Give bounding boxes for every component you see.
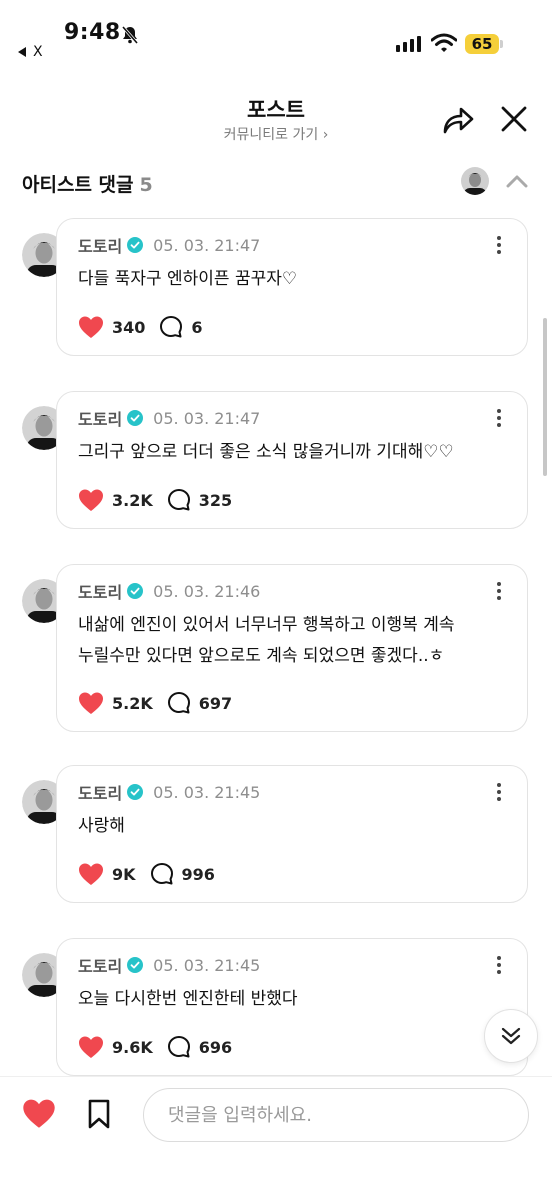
status-time: 9:48 <box>64 20 121 45</box>
comment-card: 도토리 05. 03. 21:45 사랑해 9K 996 <box>56 765 528 903</box>
more-options-icon[interactable] <box>489 579 509 603</box>
comment-actions: 9.6K 696 <box>78 1035 232 1059</box>
scroll-to-bottom-button[interactable] <box>484 1009 538 1063</box>
more-options-icon[interactable] <box>489 953 509 977</box>
reply-count: 996 <box>181 864 215 884</box>
comment-card: 도토리 05. 03. 21:45 오늘 다시한번 엔진한테 반했다 9.6K … <box>56 938 528 1076</box>
speech-bubble-icon <box>150 863 173 885</box>
comment-actions: 340 6 <box>78 315 203 339</box>
more-options-icon[interactable] <box>489 780 509 804</box>
comment-meta: 도토리 05. 03. 21:47 <box>78 233 260 257</box>
reply-button[interactable]: 996 <box>150 862 215 886</box>
verified-badge-icon <box>127 583 144 599</box>
comment-card: 도토리 05. 03. 21:46 내삶에 엔진이 있어서 너무너무 행복하고 … <box>56 564 528 732</box>
like-post-heart-icon[interactable] <box>22 1098 56 1130</box>
speech-bubble-icon <box>160 316 183 338</box>
like-count: 9K <box>112 864 136 884</box>
verified-badge-icon <box>127 237 144 253</box>
comment-meta: 도토리 05. 03. 21:47 <box>78 406 260 430</box>
back-triangle-icon <box>18 47 26 57</box>
chevron-up-icon[interactable] <box>504 170 530 192</box>
comment-text: 사랑해 <box>78 811 509 842</box>
reply-count: 697 <box>198 693 233 713</box>
like-button[interactable]: 9K <box>78 863 136 886</box>
reply-button[interactable]: 6 <box>159 315 203 339</box>
comment-date: 05. 03. 21:47 <box>153 408 261 428</box>
battery-indicator: 65 <box>465 34 499 54</box>
verified-badge-icon <box>127 957 144 973</box>
comment-text: 내삶에 엔진이 있어서 너무너무 행복하고 이행복 계속 누릴수만 있다면 앞으… <box>78 610 509 672</box>
comment-actions: 9K 996 <box>78 862 215 886</box>
speech-bubble-icon <box>167 692 190 714</box>
comment-text-line: 내삶에 엔진이 있어서 너무너무 행복하고 이행복 계속 <box>78 615 455 635</box>
comment-date: 05. 03. 21:45 <box>153 782 261 802</box>
heart-icon <box>79 692 103 714</box>
verified-badge-icon <box>127 784 144 800</box>
back-app-label: X <box>33 44 43 60</box>
like-count: 340 <box>112 317 146 337</box>
like-button[interactable]: 3.2K <box>78 489 153 512</box>
comment-actions: 3.2K 325 <box>78 488 232 512</box>
comment-text-line: 사랑해 <box>78 816 125 836</box>
reply-button[interactable]: 697 <box>167 691 232 715</box>
reply-count: 6 <box>191 317 203 337</box>
comment-author[interactable]: 도토리 <box>78 953 122 977</box>
comment-text: 오늘 다시한번 엔진한테 반했다 <box>78 984 509 1015</box>
comment-text: 다들 푹자구 엔하이픈 꿈꾸자♡ <box>78 264 509 295</box>
comment-date: 05. 03. 21:47 <box>153 235 261 255</box>
artist-comments-heading: 아티스트 댓글 5 <box>22 170 153 197</box>
heart-icon <box>79 1036 103 1058</box>
comment-date: 05. 03. 21:46 <box>153 581 261 601</box>
more-options-icon[interactable] <box>489 406 509 430</box>
battery-tip <box>500 40 503 48</box>
like-button[interactable]: 340 <box>78 316 145 339</box>
scrollbar[interactable] <box>543 318 547 476</box>
comment-author[interactable]: 도토리 <box>78 233 122 257</box>
bell-muted-icon <box>121 26 139 44</box>
comment-text-line: 그리구 앞으로 더더 좋은 소식 많을거니까 기대해♡♡ <box>78 442 454 462</box>
comment-card: 도토리 05. 03. 21:47 다들 푹자구 엔하이픈 꿈꾸자♡ 340 6 <box>56 218 528 356</box>
heart-icon <box>79 316 103 338</box>
reply-count: 696 <box>198 1037 233 1057</box>
double-chevron-down-icon <box>501 1027 521 1045</box>
close-icon[interactable] <box>496 101 532 137</box>
like-count: 3.2K <box>112 490 153 510</box>
like-count: 9.6K <box>112 1037 153 1057</box>
bookmark-icon[interactable] <box>86 1098 112 1130</box>
comment-date: 05. 03. 21:45 <box>153 955 261 975</box>
like-button[interactable]: 9.6K <box>78 1036 153 1059</box>
heart-icon <box>79 489 103 511</box>
comment-meta: 도토리 05. 03. 21:45 <box>78 780 260 804</box>
heart-icon <box>79 863 103 885</box>
speech-bubble-icon <box>167 1036 190 1058</box>
like-count: 5.2K <box>112 693 153 713</box>
comment-author[interactable]: 도토리 <box>78 406 122 430</box>
comment-author[interactable]: 도토리 <box>78 780 122 804</box>
more-options-icon[interactable] <box>489 233 509 257</box>
comment-author[interactable]: 도토리 <box>78 579 122 603</box>
comment-text: 그리구 앞으로 더더 좋은 소식 많을거니까 기대해♡♡ <box>78 437 509 468</box>
cellular-signal-icon <box>396 36 421 52</box>
artist-avatar[interactable] <box>461 167 489 195</box>
section-title-text: 아티스트 댓글 <box>22 174 134 196</box>
comment-input[interactable] <box>143 1088 529 1142</box>
comment-text-line: 오늘 다시한번 엔진한테 반했다 <box>78 989 298 1009</box>
comment-count: 5 <box>139 174 153 196</box>
reply-button[interactable]: 696 <box>167 1035 232 1059</box>
share-icon[interactable] <box>438 101 478 137</box>
comment-meta: 도토리 05. 03. 21:46 <box>78 579 260 603</box>
comment-actions: 5.2K 697 <box>78 691 232 715</box>
comment-card: 도토리 05. 03. 21:47 그리구 앞으로 더더 좋은 소식 많을거니까… <box>56 391 528 529</box>
back-to-app-link[interactable]: X <box>18 44 43 60</box>
comment-meta: 도토리 05. 03. 21:45 <box>78 953 260 977</box>
speech-bubble-icon <box>167 489 190 511</box>
wifi-icon <box>431 33 457 52</box>
like-button[interactable]: 5.2K <box>78 692 153 715</box>
comment-text-line: 다들 푹자구 엔하이픈 꿈꾸자♡ <box>78 269 298 289</box>
verified-badge-icon <box>127 410 144 426</box>
reply-button[interactable]: 325 <box>167 488 232 512</box>
reply-count: 325 <box>198 490 233 510</box>
comment-text-line: 누릴수만 있다면 앞으로도 계속 되었으면 좋겠다..ㅎ <box>78 646 445 666</box>
